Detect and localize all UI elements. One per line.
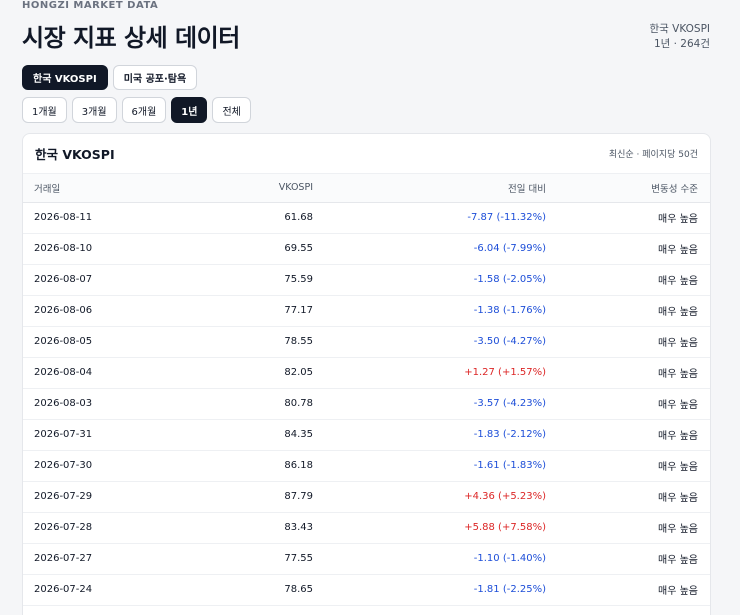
- table-row: 2026-08-05 78.55 -3.50 (-4.27%) 매우 높음: [23, 326, 710, 358]
- range-1y-button[interactable]: 1년: [171, 97, 208, 123]
- cell-date: 2026-07-24: [23, 574, 163, 606]
- cell-change: -1.61 (-1.83%): [313, 450, 546, 482]
- cell-date: 2026-08-03: [23, 388, 163, 420]
- dataset-meta: 한국 VKOSPI 1년 · 264건: [649, 22, 710, 52]
- cell-value: 77.17: [163, 295, 313, 327]
- cell-value: 78.65: [163, 574, 313, 606]
- cell-level: 매우 높음: [546, 481, 710, 513]
- table-row: 2026-08-11 61.68 -7.87 (-11.32%) 매우 높음: [23, 202, 710, 234]
- cell-level: 매우 높음: [546, 295, 710, 327]
- cell-change: -1.38 (-1.76%): [313, 295, 546, 327]
- table-row: 2026-07-29 87.79 +4.36 (+5.23%) 매우 높음: [23, 481, 710, 513]
- table-row: 2026-07-27 77.55 -1.10 (-1.40%) 매우 높음: [23, 543, 710, 575]
- table-row: 2026-08-03 80.78 -3.57 (-4.23%) 매우 높음: [23, 388, 710, 420]
- cell-level: 매우 높음: [546, 357, 710, 389]
- cell-date: 2026-08-11: [23, 202, 163, 234]
- cell-date: 2026-07-31: [23, 419, 163, 451]
- range-1m-button[interactable]: 1개월: [22, 97, 67, 123]
- cell-change: -3.57 (-4.23%): [313, 388, 546, 420]
- cell-value: 78.55: [163, 326, 313, 358]
- cell-level: 매우 높음: [546, 233, 710, 265]
- cell-level: 매우 높음: [546, 450, 710, 482]
- meta-range-count: 1년 · 264건: [653, 38, 710, 50]
- table-row: 2026-07-31 84.35 -1.83 (-2.12%) 매우 높음: [23, 419, 710, 451]
- cell-date: 2026-07-30: [23, 450, 163, 482]
- cell-date: 2026-08-10: [23, 233, 163, 265]
- cell-value: 86.18: [163, 450, 313, 482]
- cell-date: 2026-07-29: [23, 481, 163, 513]
- cell-date: 2026-07-28: [23, 512, 163, 544]
- cell-level: 매우 높음: [546, 388, 710, 420]
- meta-indicator: 한국 VKOSPI: [649, 23, 710, 35]
- cell-change: -3.50 (-4.27%): [313, 326, 546, 358]
- card-title: 한국 VKOSPI: [35, 147, 115, 162]
- data-table: 거래일 VKOSPI 전일 대비 변동성 수준 2026-08-11 61.68-…: [23, 174, 710, 606]
- cell-value: 77.55: [163, 543, 313, 575]
- data-card: 한국 VKOSPI 최신순 · 페이지당 50건 거래일 VKOSPI 전일 대…: [22, 133, 711, 615]
- cell-change: -1.10 (-1.40%): [313, 543, 546, 575]
- range-3m-button[interactable]: 3개월: [71, 97, 117, 123]
- cell-value: 87.79: [163, 481, 313, 513]
- cell-change: +5.88 (+7.58%): [313, 512, 546, 544]
- table-row: 2026-07-30 86.18 -1.61 (-1.83%) 매우 높음: [23, 450, 710, 482]
- cell-value: 61.68: [163, 202, 313, 234]
- tab-vkospi[interactable]: 한국 VKOSPI: [22, 65, 108, 90]
- column-header-value: VKOSPI: [163, 174, 313, 203]
- brand-label: HONGZI MARKET DATA: [22, 0, 159, 11]
- cell-change: -7.87 (-11.32%): [313, 202, 546, 234]
- cell-change: +1.27 (+1.57%): [313, 357, 546, 389]
- range-all-button[interactable]: 전체: [212, 97, 251, 123]
- cell-date: 2026-08-04: [23, 357, 163, 389]
- range-selector: 1개월 3개월 6개월 1년 전체: [22, 97, 251, 123]
- column-header-level: 변동성 수준: [546, 174, 710, 203]
- page-title: 시장 지표 상세 데이터: [22, 24, 240, 52]
- cell-change: -1.58 (-2.05%): [313, 264, 546, 296]
- cell-level: 매우 높음: [546, 512, 710, 544]
- cell-date: 2026-07-27: [23, 543, 163, 575]
- card-header: 한국 VKOSPI 최신순 · 페이지당 50건: [23, 134, 710, 174]
- table-row: 2026-08-04 82.05 +1.27 (+1.57%) 매우 높음: [23, 357, 710, 389]
- cell-change: +4.36 (+5.23%): [313, 481, 546, 513]
- cell-level: 매우 높음: [546, 574, 710, 606]
- cell-date: 2026-08-07: [23, 264, 163, 296]
- cell-value: 80.78: [163, 388, 313, 420]
- cell-change: -6.04 (-7.99%): [313, 233, 546, 265]
- cell-value: 69.55: [163, 233, 313, 265]
- tab-fear-greed[interactable]: 미국 공포·탐욕: [112, 65, 198, 90]
- cell-level: 매우 높음: [546, 419, 710, 451]
- cell-value: 84.35: [163, 419, 313, 451]
- cell-level: 매우 높음: [546, 543, 710, 575]
- table-row: 2026-08-10 69.55 -6.04 (-7.99%) 매우 높음: [23, 233, 710, 265]
- table-row: 2026-08-07 75.59 -1.58 (-2.05%) 매우 높음: [23, 264, 710, 296]
- cell-date: 2026-08-05: [23, 326, 163, 358]
- card-subtitle: 최신순 · 페이지당 50건: [608, 150, 698, 160]
- table-row: 2026-07-24 78.65 -1.81 (-2.25%) 매우 높음: [23, 574, 710, 606]
- indicator-tabs: 한국 VKOSPI 미국 공포·탐욕: [22, 65, 198, 90]
- column-header-date: 거래일: [23, 174, 163, 203]
- cell-level: 매우 높음: [546, 326, 710, 358]
- cell-change: -1.81 (-2.25%): [313, 574, 546, 606]
- cell-level: 매우 높음: [546, 202, 710, 234]
- cell-value: 83.43: [163, 512, 313, 544]
- cell-change: -1.83 (-2.12%): [313, 419, 546, 451]
- table-row: 2026-08-06 77.17 -1.38 (-1.76%) 매우 높음: [23, 295, 710, 327]
- cell-value: 82.05: [163, 357, 313, 389]
- table-header-row: 거래일 VKOSPI 전일 대비 변동성 수준: [23, 174, 710, 203]
- cell-value: 75.59: [163, 264, 313, 296]
- cell-date: 2026-08-06: [23, 295, 163, 327]
- column-header-change: 전일 대비: [313, 174, 546, 203]
- table-row: 2026-07-28 83.43 +5.88 (+7.58%) 매우 높음: [23, 512, 710, 544]
- cell-level: 매우 높음: [546, 264, 710, 296]
- range-6m-button[interactable]: 6개월: [121, 97, 167, 123]
